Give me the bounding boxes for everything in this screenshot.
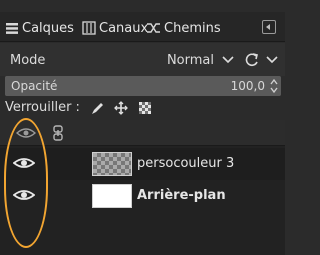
layer-name[interactable]: persocouleur 3 xyxy=(137,156,234,171)
channels-icon xyxy=(82,21,96,36)
opacity-label: Opacité xyxy=(11,79,58,93)
mode-row: Mode Normal xyxy=(0,43,285,76)
lock-row: Verrouiller : xyxy=(0,96,285,120)
tab-paths[interactable]: Chemins xyxy=(146,17,228,39)
paths-icon xyxy=(146,21,161,36)
tab-paths-label: Chemins xyxy=(164,20,221,36)
reset-icon xyxy=(245,53,258,67)
lock-label: Verrouiller : xyxy=(5,100,80,115)
chevron-down-icon xyxy=(222,56,234,64)
layer-name[interactable]: Arrière-plan xyxy=(137,188,226,203)
lock-alpha-icon[interactable] xyxy=(138,101,152,115)
opacity-slider[interactable]: Opacité 100,0 xyxy=(5,76,281,96)
tab-layers[interactable]: Calques xyxy=(4,17,80,39)
chevron-down-icon xyxy=(266,56,278,64)
tab-menu-button[interactable] xyxy=(262,20,276,34)
tab-channels-label: Canaux xyxy=(99,20,149,36)
mode-reset-button[interactable] xyxy=(244,48,280,72)
panel-drag-handle[interactable] xyxy=(137,2,159,17)
tab-layers-label: Calques xyxy=(22,20,74,36)
dock-tab-bar: Calques Canaux Chemins xyxy=(0,12,285,42)
tab-channels[interactable]: Canaux xyxy=(82,17,148,39)
opacity-value: 100,0 xyxy=(230,79,265,93)
spin-arrows-icon[interactable] xyxy=(269,78,279,94)
mode-label: Mode xyxy=(10,53,46,68)
layers-icon xyxy=(4,21,19,36)
lock-pixels-icon[interactable] xyxy=(90,101,104,115)
lock-position-icon[interactable] xyxy=(114,101,128,115)
mode-select[interactable]: Normal xyxy=(160,48,238,72)
chain-link-icon xyxy=(53,125,63,141)
layer-thumbnail xyxy=(92,152,132,176)
highlight-annotation xyxy=(4,118,48,248)
mode-value: Normal xyxy=(166,52,214,68)
layer-thumbnail xyxy=(92,184,132,208)
